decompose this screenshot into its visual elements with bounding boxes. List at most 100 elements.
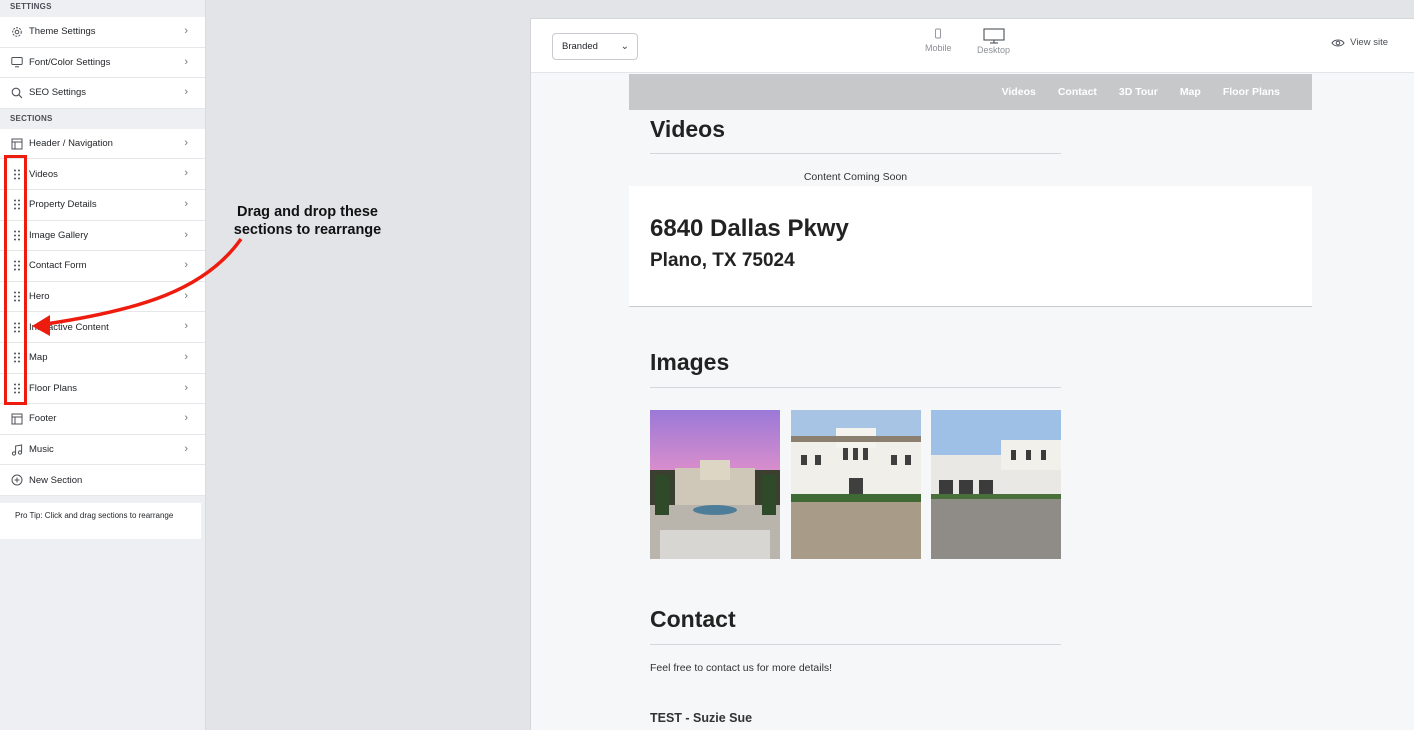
sidebar-item-property-details[interactable]: Property Details › bbox=[0, 189, 205, 221]
annotation-text: Drag and drop these sections to rearrang… bbox=[233, 204, 382, 238]
sidebar-item-footer[interactable]: Footer › bbox=[0, 404, 205, 435]
chevron-right-icon: › bbox=[184, 381, 188, 394]
sidebar-item-label: Floor Plans bbox=[29, 382, 78, 394]
sidebar-item-header-navigation[interactable]: Header / Navigation › bbox=[0, 128, 205, 160]
mobile-icon bbox=[935, 28, 942, 39]
sidebar-item-map[interactable]: Map › bbox=[0, 342, 205, 374]
sidebar-item-music[interactable]: Music › bbox=[0, 434, 205, 466]
chevron-right-icon: › bbox=[184, 442, 188, 455]
view-site-link[interactable]: View site bbox=[1331, 37, 1388, 48]
mobile-label: Mobile bbox=[925, 43, 952, 53]
sidebar: SETTINGS Theme Settings › Font/Color Set… bbox=[0, 0, 206, 730]
property-details-section: 6840 Dallas Pkwy Plano, TX 75024 bbox=[629, 186, 1312, 307]
layout-icon bbox=[10, 137, 24, 151]
sidebar-item-label: Font/Color Settings bbox=[29, 56, 111, 68]
layout-icon bbox=[10, 412, 24, 426]
website-canvas: Videos Contact 3D Tour Map Floor Plans Video… bbox=[629, 74, 1312, 730]
mobile-view-button[interactable]: Mobile bbox=[925, 28, 952, 53]
sidebar-item-contact-form[interactable]: Contact Form › bbox=[0, 251, 205, 282]
chevron-right-icon: › bbox=[184, 55, 188, 68]
videos-section-title: Videos bbox=[650, 116, 725, 142]
settings-heading: SETTINGS bbox=[10, 2, 52, 11]
sidebar-item-seo-settings[interactable]: SEO Settings › bbox=[0, 78, 205, 109]
chevron-down-icon: ⌄ bbox=[620, 41, 629, 52]
divider bbox=[650, 644, 1061, 645]
drag-handle-icon[interactable] bbox=[10, 228, 24, 242]
chevron-right-icon: › bbox=[184, 228, 188, 241]
eye-icon bbox=[1331, 39, 1345, 46]
gallery-image[interactable] bbox=[931, 410, 1061, 559]
drag-handle-icon[interactable] bbox=[10, 381, 24, 395]
plus-circle-icon bbox=[10, 473, 24, 487]
chevron-right-icon: › bbox=[184, 167, 188, 180]
agent-name: TEST - Suzie Sue bbox=[650, 711, 753, 725]
sidebar-item-hero[interactable]: Hero › bbox=[0, 281, 205, 313]
address-line2: Plano, TX 75024 bbox=[650, 250, 795, 271]
drag-handle-icon[interactable] bbox=[10, 167, 24, 181]
chevron-right-icon: › bbox=[184, 289, 188, 302]
gallery-image[interactable] bbox=[791, 410, 921, 559]
sidebar-item-label: SEO Settings bbox=[29, 87, 87, 99]
desktop-view-button[interactable]: Desktop bbox=[977, 28, 1010, 55]
sidebar-item-interactive-content[interactable]: Interactive Content › bbox=[0, 312, 205, 343]
chevron-right-icon: › bbox=[184, 25, 188, 37]
sidebar-item-videos[interactable]: Videos › bbox=[0, 159, 205, 190]
chevron-right-icon: › bbox=[184, 350, 188, 363]
sections-heading: SECTIONS bbox=[10, 113, 53, 123]
sidebar-item-label: Map bbox=[29, 352, 48, 364]
sidebar-item-label: Footer bbox=[29, 413, 57, 425]
sidebar-item-label: Image Gallery bbox=[29, 229, 89, 241]
sidebar-item-label: Contact Form bbox=[29, 260, 87, 272]
sidebar-item-label: Property Details bbox=[29, 199, 97, 211]
view-site-label: View site bbox=[1350, 37, 1388, 48]
contact-intro: Feel free to contact us for more details… bbox=[650, 662, 833, 674]
new-section-button[interactable]: New Section bbox=[0, 465, 205, 496]
sidebar-item-font-color-settings[interactable]: Font/Color Settings › bbox=[0, 47, 205, 79]
desktop-icon bbox=[982, 28, 1005, 44]
music-note-icon bbox=[10, 443, 24, 457]
pro-tip: Pro Tip: Click and drag sections to rear… bbox=[0, 503, 201, 539]
site-nav-bar: Videos Contact 3D Tour Map Floor Plans bbox=[629, 74, 1312, 110]
chevron-right-icon: › bbox=[184, 320, 188, 333]
site-nav-link[interactable]: Map bbox=[1180, 86, 1201, 98]
sidebar-item-label: Interactive Content bbox=[29, 321, 109, 333]
search-icon bbox=[10, 86, 24, 100]
monitor-icon bbox=[10, 55, 24, 69]
contact-section-title: Contact bbox=[650, 606, 736, 632]
sidebar-item-floor-plans[interactable]: Floor Plans › bbox=[0, 373, 205, 405]
desktop-label: Desktop bbox=[977, 45, 1011, 55]
divider bbox=[650, 387, 1061, 388]
site-nav-link[interactable]: 3D Tour bbox=[1119, 86, 1158, 98]
drag-handle-icon[interactable] bbox=[10, 320, 24, 334]
draggable-section-list: Videos › Property Details › Image Gallery › Co… bbox=[0, 159, 205, 405]
drag-handle-icon[interactable] bbox=[10, 198, 24, 212]
address-line1: 6840 Dallas Pkwy bbox=[650, 215, 849, 242]
gear-icon bbox=[10, 25, 24, 39]
chevron-right-icon: › bbox=[184, 197, 188, 210]
videos-placeholder: Content Coming Soon bbox=[803, 171, 908, 183]
sidebar-item-label: Theme Settings bbox=[29, 26, 96, 38]
sidebar-item-label: Music bbox=[29, 444, 54, 456]
chevron-right-icon: › bbox=[184, 136, 188, 149]
drag-handle-icon[interactable] bbox=[10, 290, 24, 304]
chevron-right-icon: › bbox=[184, 86, 188, 99]
chevron-right-icon: › bbox=[184, 412, 188, 425]
site-nav-link[interactable]: Contact bbox=[1058, 86, 1097, 98]
chevron-right-icon: › bbox=[184, 259, 188, 272]
sidebar-item-label: Header / Navigation bbox=[29, 138, 113, 150]
sidebar-item-theme-settings[interactable]: Theme Settings › bbox=[0, 17, 205, 48]
sidebar-item-image-gallery[interactable]: Image Gallery › bbox=[0, 220, 205, 252]
theme-select[interactable]: Branded ⌄ bbox=[552, 33, 638, 60]
new-section-label: New Section bbox=[29, 474, 83, 486]
drag-handle-icon[interactable] bbox=[10, 259, 24, 273]
sidebar-item-label: Videos bbox=[29, 168, 58, 180]
preview-toolbar: Branded ⌄ Mobile Desktop View site bbox=[531, 19, 1414, 73]
sidebar-item-label: Hero bbox=[29, 291, 50, 303]
site-nav-link[interactable]: Floor Plans bbox=[1223, 86, 1280, 98]
site-nav-link[interactable]: Videos bbox=[1002, 86, 1036, 98]
images-section-title: Images bbox=[650, 349, 730, 375]
gallery-image[interactable] bbox=[650, 410, 780, 559]
drag-handle-icon[interactable] bbox=[10, 351, 24, 365]
theme-select-value: Branded bbox=[562, 41, 598, 52]
divider bbox=[650, 153, 1061, 154]
